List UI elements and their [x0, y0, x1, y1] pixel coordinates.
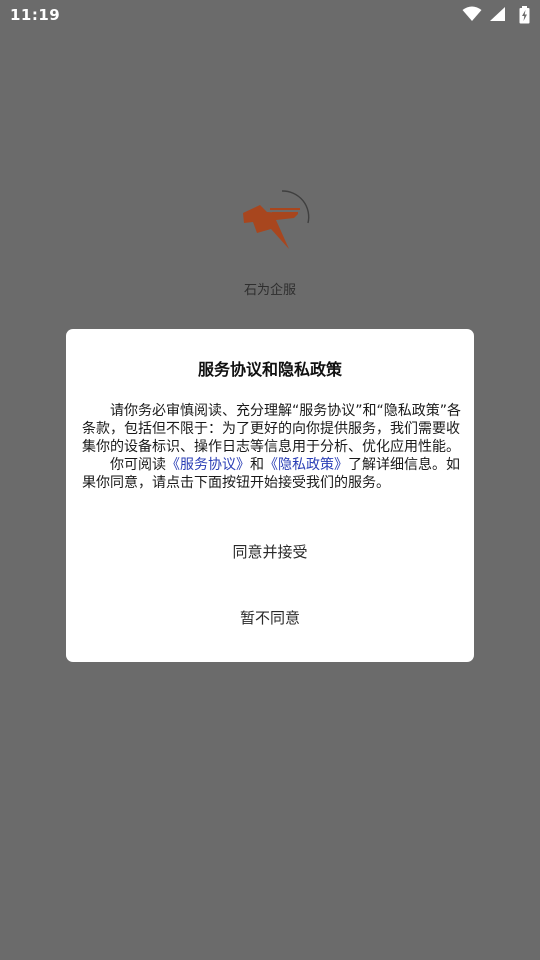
privacy-policy-link[interactable]: 《隐私政策》: [264, 457, 348, 473]
accept-button[interactable]: 同意并接受: [66, 532, 474, 572]
links-prefix: 你可阅读: [110, 457, 166, 473]
service-agreement-link[interactable]: 《服务协议》: [166, 457, 250, 473]
app-logo: [240, 185, 312, 255]
dialog-body: 请你务必审慎阅读、充分理解“服务协议”和“隐私政策”各条款，包括但不限于：为了更…: [82, 402, 462, 492]
decline-button[interactable]: 暂不同意: [66, 598, 474, 638]
signal-icon: [489, 6, 506, 26]
links-paragraph: 你可阅读《服务协议》和《隐私政策》了解详细信息。如果你同意，请点击下面按钮开始接…: [82, 456, 462, 492]
battery-charging-icon: [519, 6, 530, 28]
dialog-title: 服务协议和隐私政策: [197, 360, 342, 379]
links-and: 和: [250, 457, 264, 473]
status-bar: 11:19: [0, 0, 540, 30]
wifi-icon: [462, 6, 482, 26]
status-time: 11:19: [10, 6, 61, 24]
app-name: 石为企服: [243, 283, 296, 298]
policy-paragraph: 请你务必审慎阅读、充分理解“服务协议”和“隐私政策”各条款，包括但不限于：为了更…: [82, 403, 462, 455]
privacy-dialog: 服务协议和隐私政策 请你务必审慎阅读、充分理解“服务协议”和“隐私政策”各条款，…: [66, 329, 474, 662]
